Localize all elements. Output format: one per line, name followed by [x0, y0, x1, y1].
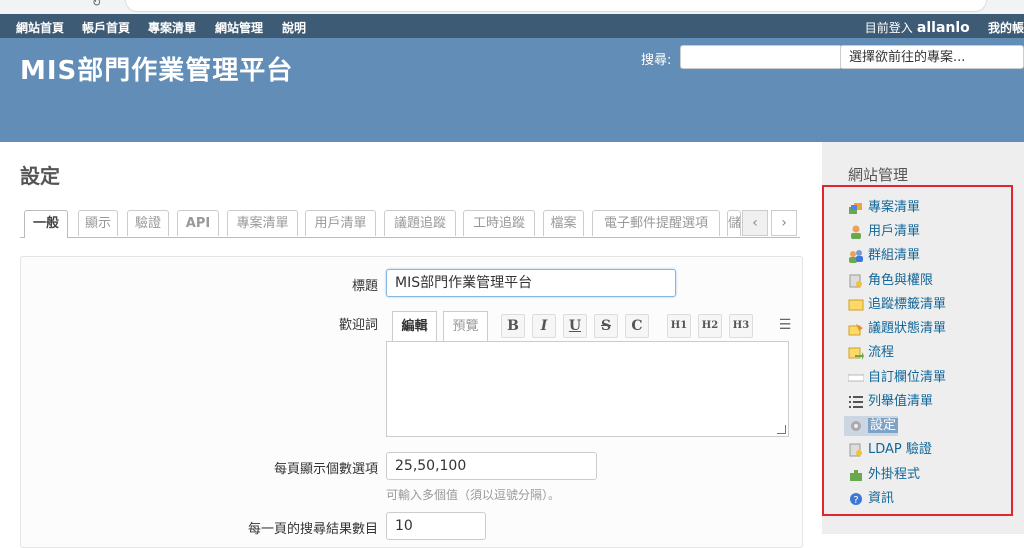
sidebar-title: 網站管理 [848, 166, 909, 184]
search-input[interactable] [680, 45, 842, 69]
tracker-icon [848, 298, 864, 312]
issue-status-icon [848, 322, 864, 336]
per-page-hint: 可輸入多個值（須以逗號分隔）。 [386, 488, 561, 502]
list-icon [848, 395, 864, 409]
welcome-label: 歡迎詞 [338, 318, 378, 333]
login-prefix: 目前登入 [864, 21, 913, 35]
search-label: 搜尋: [641, 53, 672, 68]
plugin-icon [848, 468, 864, 482]
svg-text:?: ? [853, 495, 858, 506]
sidebar-item-projects[interactable]: 專案清單 [848, 198, 920, 218]
logged-user[interactable]: allanlo [917, 20, 970, 36]
sidebar-item-groups[interactable]: 群組清單 [848, 246, 920, 266]
editor-tab-edit[interactable]: 編輯 [392, 311, 437, 341]
sidebar: 網站管理 專案清單 用戶清單 群組清單 角色與權限 追蹤標籤清單 議題狀態清單 … [822, 142, 1024, 534]
heading1-button[interactable]: H1 [667, 314, 691, 338]
browser-chrome: ↻ [0, 0, 1024, 14]
title-input[interactable]: MIS部門作業管理平台 [386, 269, 676, 297]
tab-projects[interactable]: 專案清單 [227, 210, 298, 236]
projects-icon [848, 201, 864, 215]
tab-repositories[interactable]: 儲 [727, 210, 741, 236]
page-title: 設定 [20, 164, 60, 188]
sidebar-item-ldap[interactable]: LDAP 驗證 [848, 440, 932, 460]
my-account-link[interactable]: 我的帳 [988, 21, 1024, 35]
tab-general[interactable]: 一般 [24, 210, 68, 238]
underline-button[interactable]: U [563, 314, 587, 338]
heading3-button[interactable]: H3 [729, 314, 753, 338]
italic-button[interactable]: I [532, 314, 556, 338]
account-area: 目前登入 allanlo 我的帳 [865, 19, 1024, 36]
top-menu-administration[interactable]: 網站管理 [215, 19, 263, 36]
sidebar-item-workflow[interactable]: 流程 [848, 343, 894, 363]
welcome-textarea[interactable] [386, 341, 789, 437]
custom-field-icon [847, 371, 865, 385]
tab-api[interactable]: API [177, 210, 219, 236]
ldap-icon [848, 443, 864, 457]
sidebar-item-issue-statuses[interactable]: 議題狀態清單 [848, 319, 946, 339]
resize-grip-icon[interactable] [777, 425, 786, 434]
search-per-page-input[interactable]: 10 [386, 512, 486, 540]
group-icon [848, 249, 864, 263]
sidebar-item-custom-fields[interactable]: 自訂欄位清單 [847, 368, 946, 388]
browser-reload-icon[interactable]: ↻ [92, 0, 101, 9]
tab-display[interactable]: 顯示 [78, 210, 118, 236]
workflow-icon [848, 346, 864, 360]
tab-scroll-right-button[interactable]: › [771, 210, 797, 236]
top-menu: 網站首頁 帳戶首頁 專案清單 網站管理 說明 目前登入 allanlo 我的帳 [0, 14, 1024, 38]
top-menu-help[interactable]: 說明 [282, 19, 306, 36]
tab-users[interactable]: 用戶清單 [305, 210, 376, 236]
tab-authentication[interactable]: 驗證 [127, 210, 169, 236]
title-label: 標題 [351, 279, 378, 294]
top-menu-my-page[interactable]: 帳戶首頁 [82, 19, 130, 36]
tab-files[interactable]: 檔案 [543, 210, 584, 236]
sidebar-item-enumerations[interactable]: 列舉值清單 [848, 392, 933, 412]
info-icon: ? [848, 492, 864, 506]
per-page-label: 每頁顯示個數選項 [273, 462, 378, 477]
strikethrough-button[interactable]: S [594, 314, 618, 338]
sidebar-item-roles[interactable]: 角色與權限 [848, 271, 933, 291]
sidebar-item-settings[interactable]: 設定 [844, 416, 899, 436]
roles-icon [848, 274, 864, 288]
header: MIS部門作業管理平台 搜尋: 選擇欲前往的專案... [0, 38, 1024, 142]
site-title[interactable]: MIS部門作業管理平台 [20, 50, 293, 87]
gear-icon [848, 419, 864, 433]
heading2-button[interactable]: H2 [698, 314, 722, 338]
sidebar-item-plugins[interactable]: 外掛程式 [848, 465, 920, 485]
sidebar-item-info[interactable]: ? 資訊 [848, 489, 894, 509]
tab-scroll-left-button[interactable]: ‹ [742, 210, 768, 236]
search-per-page-label: 每一頁的搜尋結果數目 [247, 522, 378, 537]
top-menu-home[interactable]: 網站首頁 [16, 19, 64, 36]
inline-code-button[interactable]: C [625, 314, 649, 338]
per-page-input[interactable]: 25,50,100 [386, 452, 597, 480]
settings-tabs: 一般 顯示 驗證 API 專案清單 用戶清單 議題追蹤 工時追蹤 檔案 電子郵件… [20, 210, 800, 238]
project-jump-select[interactable]: 選擇欲前往的專案... [840, 45, 1024, 69]
editor-tab-preview[interactable]: 預覽 [443, 311, 488, 341]
browser-address-bar[interactable] [125, 0, 987, 12]
tab-email-notifications[interactable]: 電子郵件提醒選項 [592, 210, 720, 236]
user-icon [848, 225, 864, 239]
unordered-list-button[interactable]: ☰ [773, 314, 797, 338]
bold-button[interactable]: B [501, 314, 525, 338]
top-menu-projects[interactable]: 專案清單 [148, 19, 196, 36]
sidebar-item-users[interactable]: 用戶清單 [848, 222, 920, 242]
tab-issue-tracking[interactable]: 議題追蹤 [384, 210, 456, 236]
sidebar-item-trackers[interactable]: 追蹤標籤清單 [848, 295, 946, 315]
tab-time-tracking[interactable]: 工時追蹤 [463, 210, 535, 236]
